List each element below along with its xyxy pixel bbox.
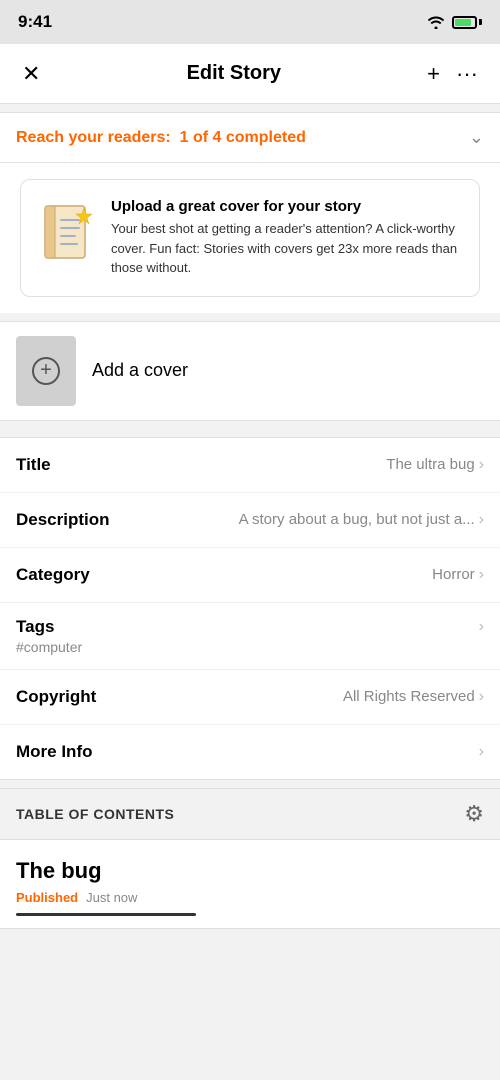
- tags-row-top: Tags ›: [16, 617, 484, 637]
- copyright-value: All Rights Reserved: [343, 688, 475, 705]
- story-time: Just now: [86, 890, 137, 905]
- toc-header: TABLE OF CONTENTS ⚙: [0, 788, 500, 840]
- divider-1: [0, 421, 500, 429]
- title-label: Title: [16, 455, 51, 475]
- description-label: Description: [16, 510, 110, 530]
- tip-card: Upload a great cover for your story Your…: [20, 179, 480, 297]
- toc-title: TABLE OF CONTENTS: [16, 806, 174, 822]
- title-value-group: The ultra bug ›: [386, 456, 484, 474]
- story-status: Published: [16, 890, 78, 905]
- tags-chevron-icon: ›: [479, 618, 484, 636]
- readers-prefix: Reach your readers:: [16, 129, 171, 146]
- published-badge: Published: [16, 890, 78, 905]
- title-chevron-icon: ›: [479, 456, 484, 474]
- description-row[interactable]: Description A story about a bug, but not…: [0, 493, 500, 548]
- tip-title: Upload a great cover for your story: [111, 198, 463, 215]
- cover-label: Add a cover: [92, 360, 188, 381]
- tags-label: Tags: [16, 617, 54, 637]
- title-value: The ultra bug: [386, 456, 474, 473]
- category-chevron-icon: ›: [479, 566, 484, 584]
- cover-placeholder: +: [16, 336, 76, 406]
- category-row[interactable]: Category Horror ›: [0, 548, 500, 603]
- description-chevron-icon: ›: [479, 511, 484, 529]
- status-time: 9:41: [18, 12, 52, 32]
- copyright-row[interactable]: Copyright All Rights Reserved ›: [0, 670, 500, 725]
- copyright-label: Copyright: [16, 687, 96, 707]
- category-value: Horror: [432, 566, 475, 583]
- more-info-value-group: ›: [479, 743, 484, 761]
- story-entry[interactable]: The bug Published Just now: [0, 840, 500, 929]
- title-row[interactable]: Title The ultra bug ›: [0, 438, 500, 493]
- wifi-icon: [426, 15, 446, 29]
- copyright-value-group: All Rights Reserved ›: [343, 688, 484, 706]
- tip-card-wrapper: Upload a great cover for your story Your…: [0, 163, 500, 313]
- more-button[interactable]: ···: [450, 55, 484, 93]
- book-cover-icon: [37, 198, 97, 268]
- tags-value: #computer: [16, 639, 484, 655]
- tip-body: Your best shot at getting a reader's att…: [111, 219, 463, 278]
- readers-banner[interactable]: Reach your readers: 1 of 4 completed ⌄: [0, 112, 500, 163]
- more-info-chevron-icon: ›: [479, 743, 484, 761]
- story-title: The bug: [16, 858, 484, 884]
- status-bar: 9:41: [0, 0, 500, 44]
- battery-icon: [452, 16, 482, 29]
- add-cover-icon: +: [32, 357, 60, 385]
- tip-text: Upload a great cover for your story Your…: [111, 198, 463, 278]
- readers-text: Reach your readers: 1 of 4 completed: [16, 129, 306, 147]
- story-meta: Published Just now: [16, 890, 484, 905]
- copyright-chevron-icon: ›: [479, 688, 484, 706]
- header: ✕ Edit Story + ···: [0, 44, 500, 104]
- close-button[interactable]: ✕: [16, 55, 46, 93]
- gear-icon[interactable]: ⚙: [464, 801, 484, 827]
- header-actions: + ···: [421, 55, 484, 93]
- readers-highlight: 1 of 4 completed: [180, 129, 306, 146]
- status-icons: [426, 15, 482, 29]
- category-value-group: Horror ›: [432, 566, 484, 584]
- description-value: A story about a bug, but not just a...: [239, 511, 475, 528]
- page-title: Edit Story: [187, 62, 281, 85]
- add-button[interactable]: +: [421, 55, 446, 93]
- cover-section[interactable]: + Add a cover: [0, 321, 500, 421]
- tags-row[interactable]: Tags › #computer: [0, 603, 500, 670]
- story-underline: [16, 913, 196, 916]
- settings-section: Title The ultra bug › Description A stor…: [0, 437, 500, 780]
- more-info-label: More Info: [16, 742, 93, 762]
- category-label: Category: [16, 565, 90, 585]
- chevron-down-icon: ⌄: [469, 127, 484, 148]
- more-info-row[interactable]: More Info ›: [0, 725, 500, 779]
- description-value-group: A story about a bug, but not just a... ›: [239, 511, 484, 529]
